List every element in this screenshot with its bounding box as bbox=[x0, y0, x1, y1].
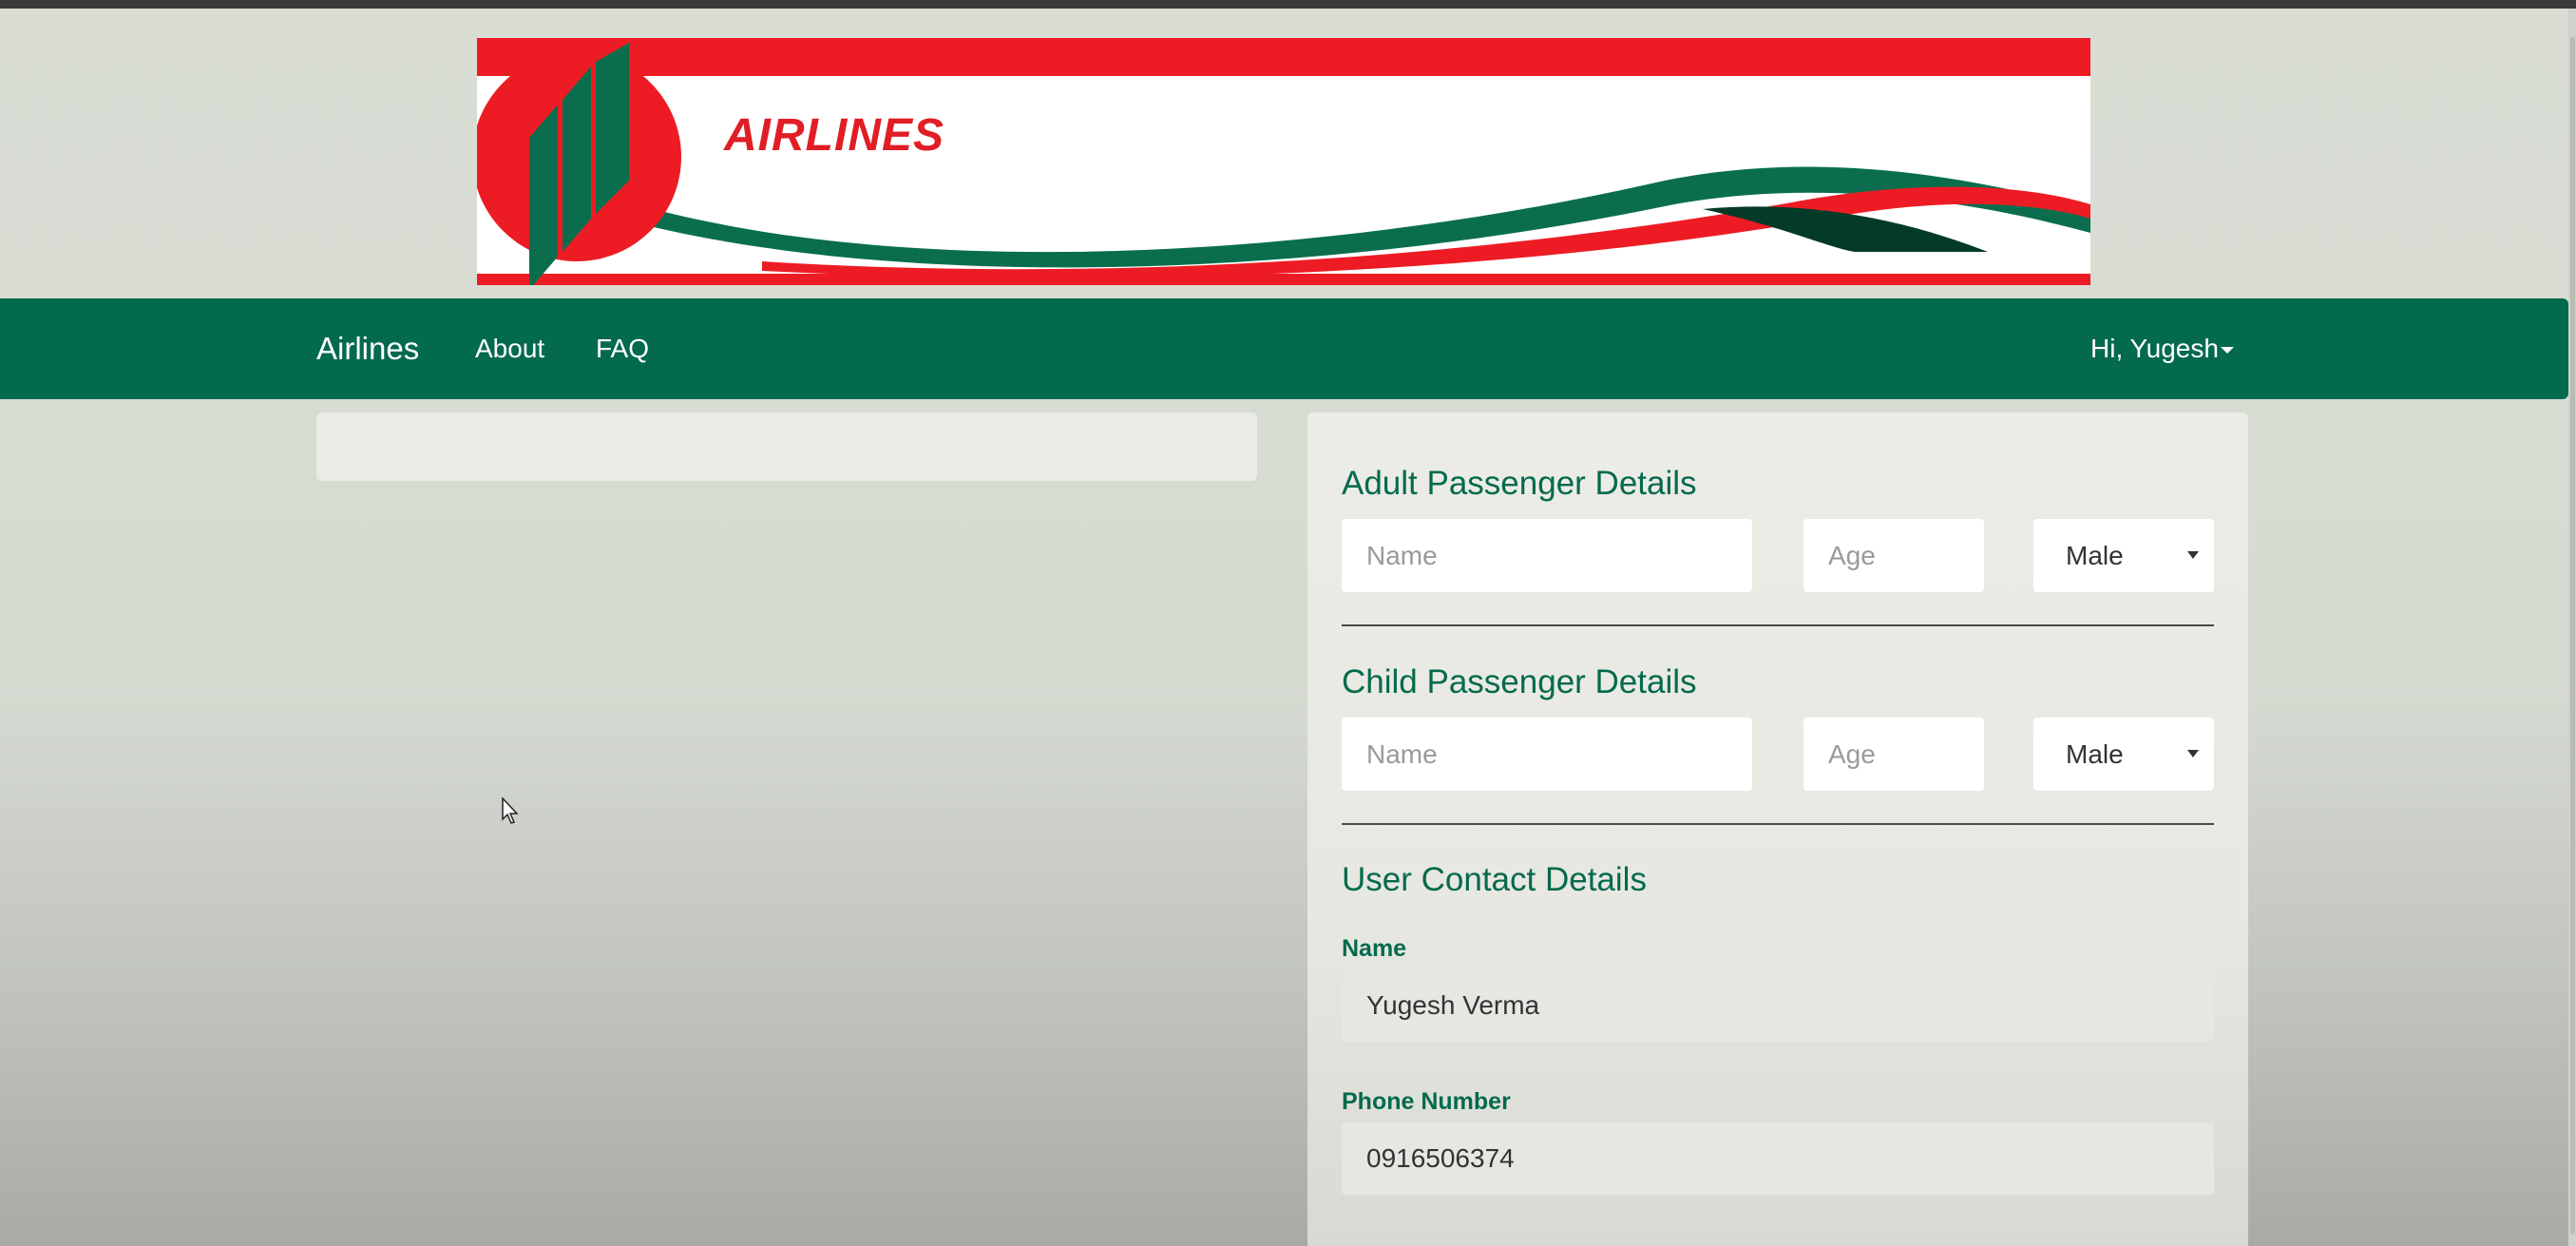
passenger-form-panel: Adult Passenger Details Male Child Passe… bbox=[1307, 412, 2248, 1246]
child-age-input[interactable] bbox=[1803, 718, 1984, 791]
adult-gender-value: Male bbox=[2066, 541, 2124, 570]
adult-gender-select[interactable]: Male bbox=[2033, 519, 2214, 592]
banner-airlines-text: AIRLINES bbox=[724, 110, 945, 161]
user-greeting: Hi, Yugesh bbox=[2090, 334, 2219, 363]
nav-link-about[interactable]: About bbox=[475, 298, 544, 399]
scrollbar[interactable] bbox=[2568, 9, 2576, 1246]
child-name-input[interactable] bbox=[1342, 718, 1752, 791]
dropdown-arrow-icon bbox=[2187, 551, 2199, 559]
phone-number-input[interactable] bbox=[1342, 1122, 2214, 1195]
left-panel bbox=[316, 412, 1257, 481]
user-menu-dropdown[interactable]: Hi, Yugesh bbox=[2090, 298, 2234, 399]
mouse-pointer-icon bbox=[502, 797, 519, 824]
adult-name-input[interactable] bbox=[1342, 519, 1752, 592]
adult-age-input[interactable] bbox=[1803, 519, 1984, 592]
contact-name-input[interactable] bbox=[1342, 969, 2214, 1042]
section-divider bbox=[1342, 624, 2214, 626]
brand-link[interactable]: Airlines bbox=[316, 298, 419, 399]
top-navbar: Airlines About FAQ Hi, Yugesh bbox=[0, 298, 2568, 399]
contact-name-label: Name bbox=[1342, 935, 1407, 962]
child-section-title: Child Passenger Details bbox=[1342, 663, 1697, 700]
contact-section-title: User Contact Details bbox=[1342, 861, 1647, 898]
dropdown-arrow-icon bbox=[2187, 750, 2199, 757]
airline-banner: AIRLINES bbox=[477, 38, 2090, 285]
section-divider bbox=[1342, 823, 2214, 825]
caret-down-icon bbox=[2220, 347, 2234, 355]
phone-number-label: Phone Number bbox=[1342, 1088, 1511, 1115]
banner-graphic bbox=[477, 38, 2090, 285]
adult-section-title: Adult Passenger Details bbox=[1342, 465, 1697, 502]
child-gender-value: Male bbox=[2066, 739, 2124, 769]
browser-top-bar bbox=[0, 0, 2576, 9]
child-gender-select[interactable]: Male bbox=[2033, 718, 2214, 791]
scrollbar-thumb[interactable] bbox=[2570, 37, 2575, 1235]
nav-link-faq[interactable]: FAQ bbox=[596, 298, 649, 399]
